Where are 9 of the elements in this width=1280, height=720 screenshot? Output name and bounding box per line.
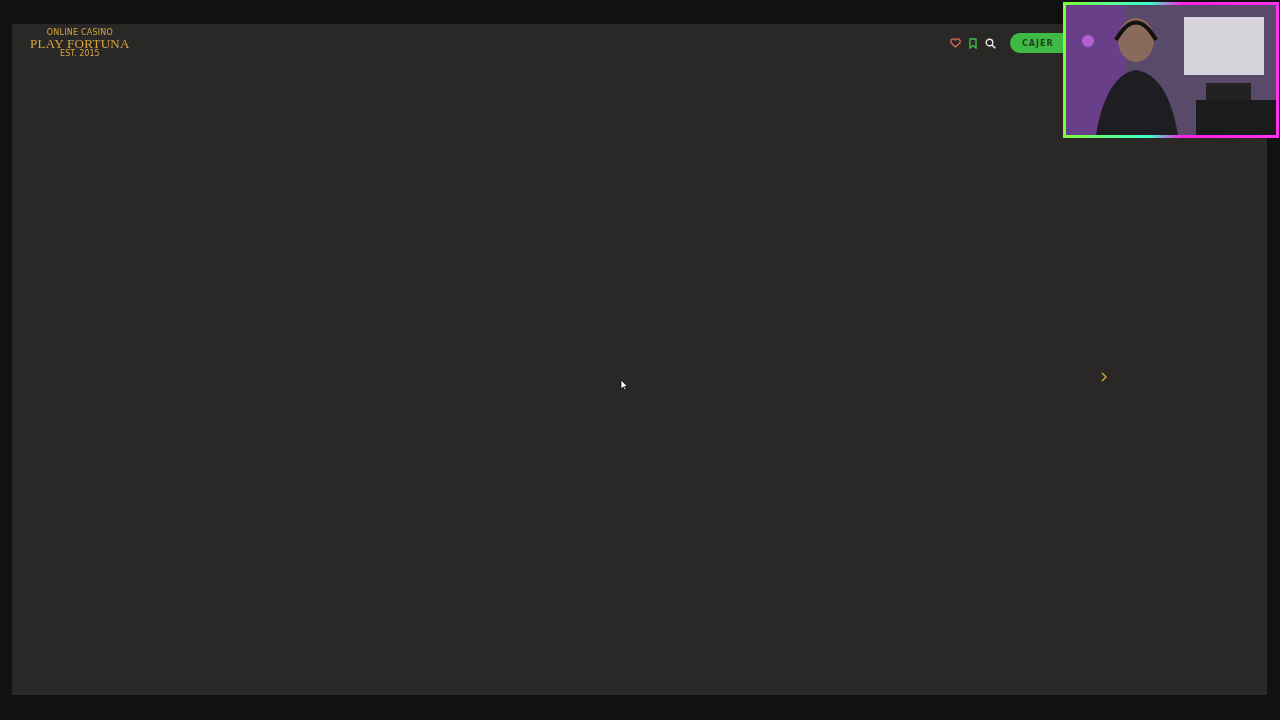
bookmark-icon[interactable] (969, 37, 977, 49)
heart-icon[interactable] (950, 38, 961, 48)
logo-tagline: ONLINE CASINO (46, 28, 113, 37)
logo-established: EST. 2015 (60, 49, 100, 58)
cashier-button[interactable]: CAJER (1010, 33, 1064, 53)
search-icon[interactable] (985, 37, 996, 49)
cursor-icon (620, 379, 628, 391)
logo-wordmark[interactable]: PLAY FORTUNA (30, 36, 130, 50)
chevron-right-icon[interactable] (1101, 371, 1107, 382)
